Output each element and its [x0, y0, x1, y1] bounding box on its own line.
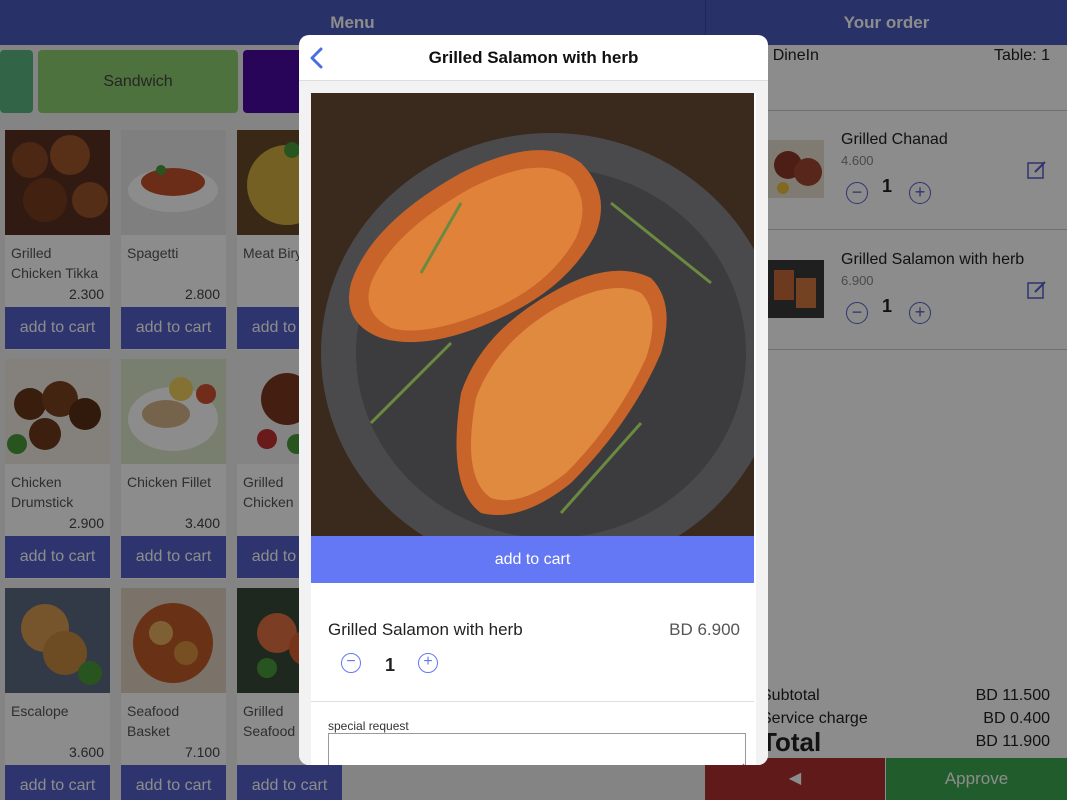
modal-body: add to cart Grilled Salamon with herb BD… [299, 81, 768, 765]
modal-item-price: BD 6.900 [669, 620, 740, 639]
app-root: Menu Your order Sandwich Grilled Chicken… [0, 0, 1067, 800]
modal-header: Grilled Salamon with herb [299, 35, 768, 81]
special-request-label: special request [328, 719, 409, 733]
special-request-input[interactable] [328, 733, 746, 765]
modal-title: Grilled Salamon with herb [428, 48, 639, 67]
modal-decrease-qty-button[interactable]: − [341, 653, 361, 673]
modal-item-name: Grilled Salamon with herb [328, 620, 523, 639]
item-detail-card: add to cart Grilled Salamon with herb BD… [311, 93, 756, 765]
item-photo [311, 93, 754, 536]
modal-item-qty: 1 [385, 655, 396, 675]
modal-divider [311, 701, 754, 702]
modal-increase-qty-button[interactable]: + [418, 653, 438, 673]
item-detail-modal: Grilled Salamon with herb add to cart Gr… [299, 35, 768, 765]
modal-add-to-cart-button[interactable]: add to cart [311, 536, 754, 583]
